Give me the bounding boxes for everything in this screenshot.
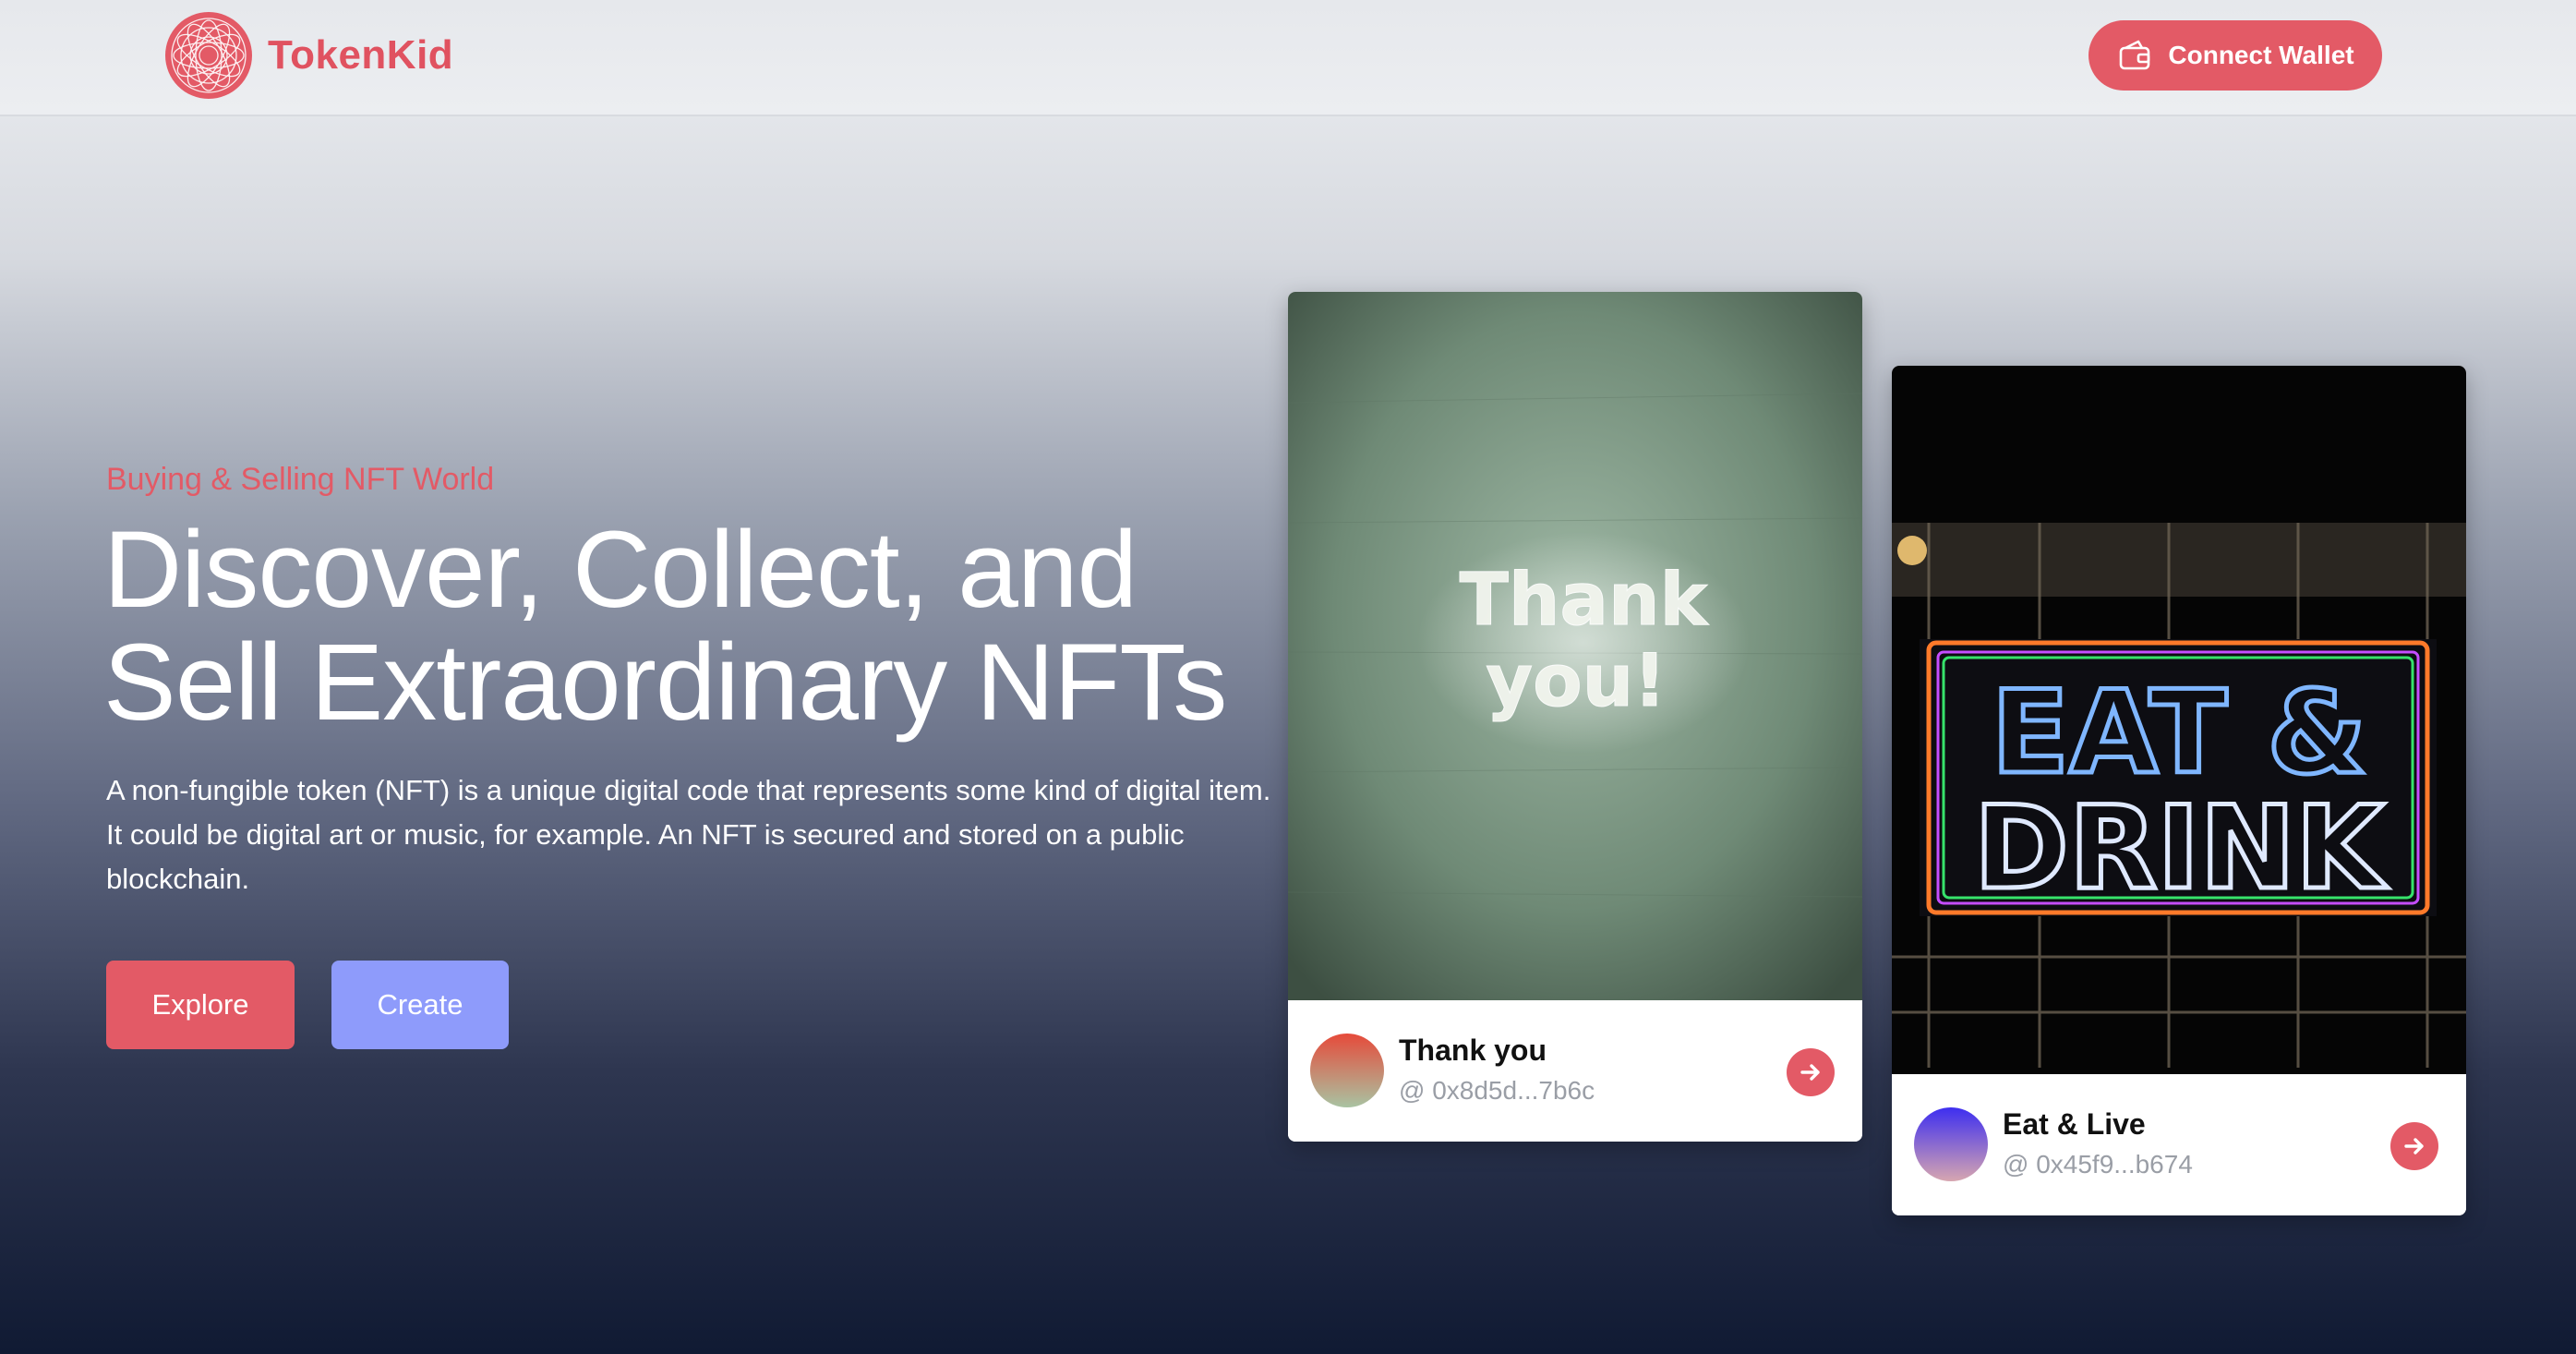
sign-text-line-2: DRINK bbox=[1974, 782, 2388, 915]
nft-card[interactable]: EAT & DRINK Eat & Live @ 0x45f9...b674 bbox=[1892, 366, 2466, 1215]
card-title: Thank you bbox=[1399, 1034, 1547, 1067]
brand-logo[interactable]: TokenKid bbox=[164, 11, 453, 100]
sign-text-line-1: Thank bbox=[1460, 559, 1710, 642]
arrow-right-icon bbox=[2404, 1138, 2424, 1155]
explore-button[interactable]: Explore bbox=[106, 961, 295, 1049]
nft-image-thank-you: Thank you! bbox=[1288, 292, 1862, 1000]
sign-text-line-1: EAT & bbox=[1992, 667, 2367, 800]
hero-eyebrow: Buying & Selling NFT World bbox=[106, 462, 495, 497]
wallet-icon bbox=[2120, 40, 2150, 70]
headline-line-2: Sell Extraordinary NFTs bbox=[103, 622, 1227, 743]
hero-headline: Discover, Collect, and Sell Extraordinar… bbox=[103, 514, 1285, 739]
nft-image-eat-drink: EAT & DRINK bbox=[1892, 366, 2466, 1074]
create-button[interactable]: Create bbox=[331, 961, 509, 1049]
top-nav: TokenKid Connect Wallet bbox=[0, 0, 2576, 116]
card-address: @ 0x8d5d...7b6c bbox=[1399, 1076, 1595, 1105]
card-title: Eat & Live bbox=[2003, 1107, 2146, 1141]
card-address: @ 0x45f9...b674 bbox=[2003, 1150, 2193, 1179]
open-card-button[interactable] bbox=[1787, 1048, 1835, 1096]
card-footer: Eat & Live @ 0x45f9...b674 bbox=[1892, 1074, 2466, 1215]
brand-name: TokenKid bbox=[268, 32, 454, 78]
avatar bbox=[1914, 1107, 1988, 1181]
card-footer: Thank you @ 0x8d5d...7b6c bbox=[1288, 1000, 1862, 1142]
hero-description: A non-fungible token (NFT) is a unique d… bbox=[106, 774, 1271, 895]
connect-wallet-label: Connect Wallet bbox=[2168, 41, 2354, 69]
nft-card[interactable]: Thank you! Thank you @ 0x8d5d...7b6c bbox=[1288, 292, 1862, 1142]
open-card-button[interactable] bbox=[2390, 1122, 2438, 1170]
arrow-right-icon bbox=[1800, 1064, 1820, 1081]
sign-text-line-2: you! bbox=[1486, 640, 1667, 723]
logo-mandala-icon bbox=[165, 12, 252, 99]
connect-wallet-button[interactable]: Connect Wallet bbox=[2088, 20, 2382, 91]
avatar bbox=[1310, 1034, 1384, 1107]
headline-line-1: Discover, Collect, and bbox=[103, 509, 1138, 631]
